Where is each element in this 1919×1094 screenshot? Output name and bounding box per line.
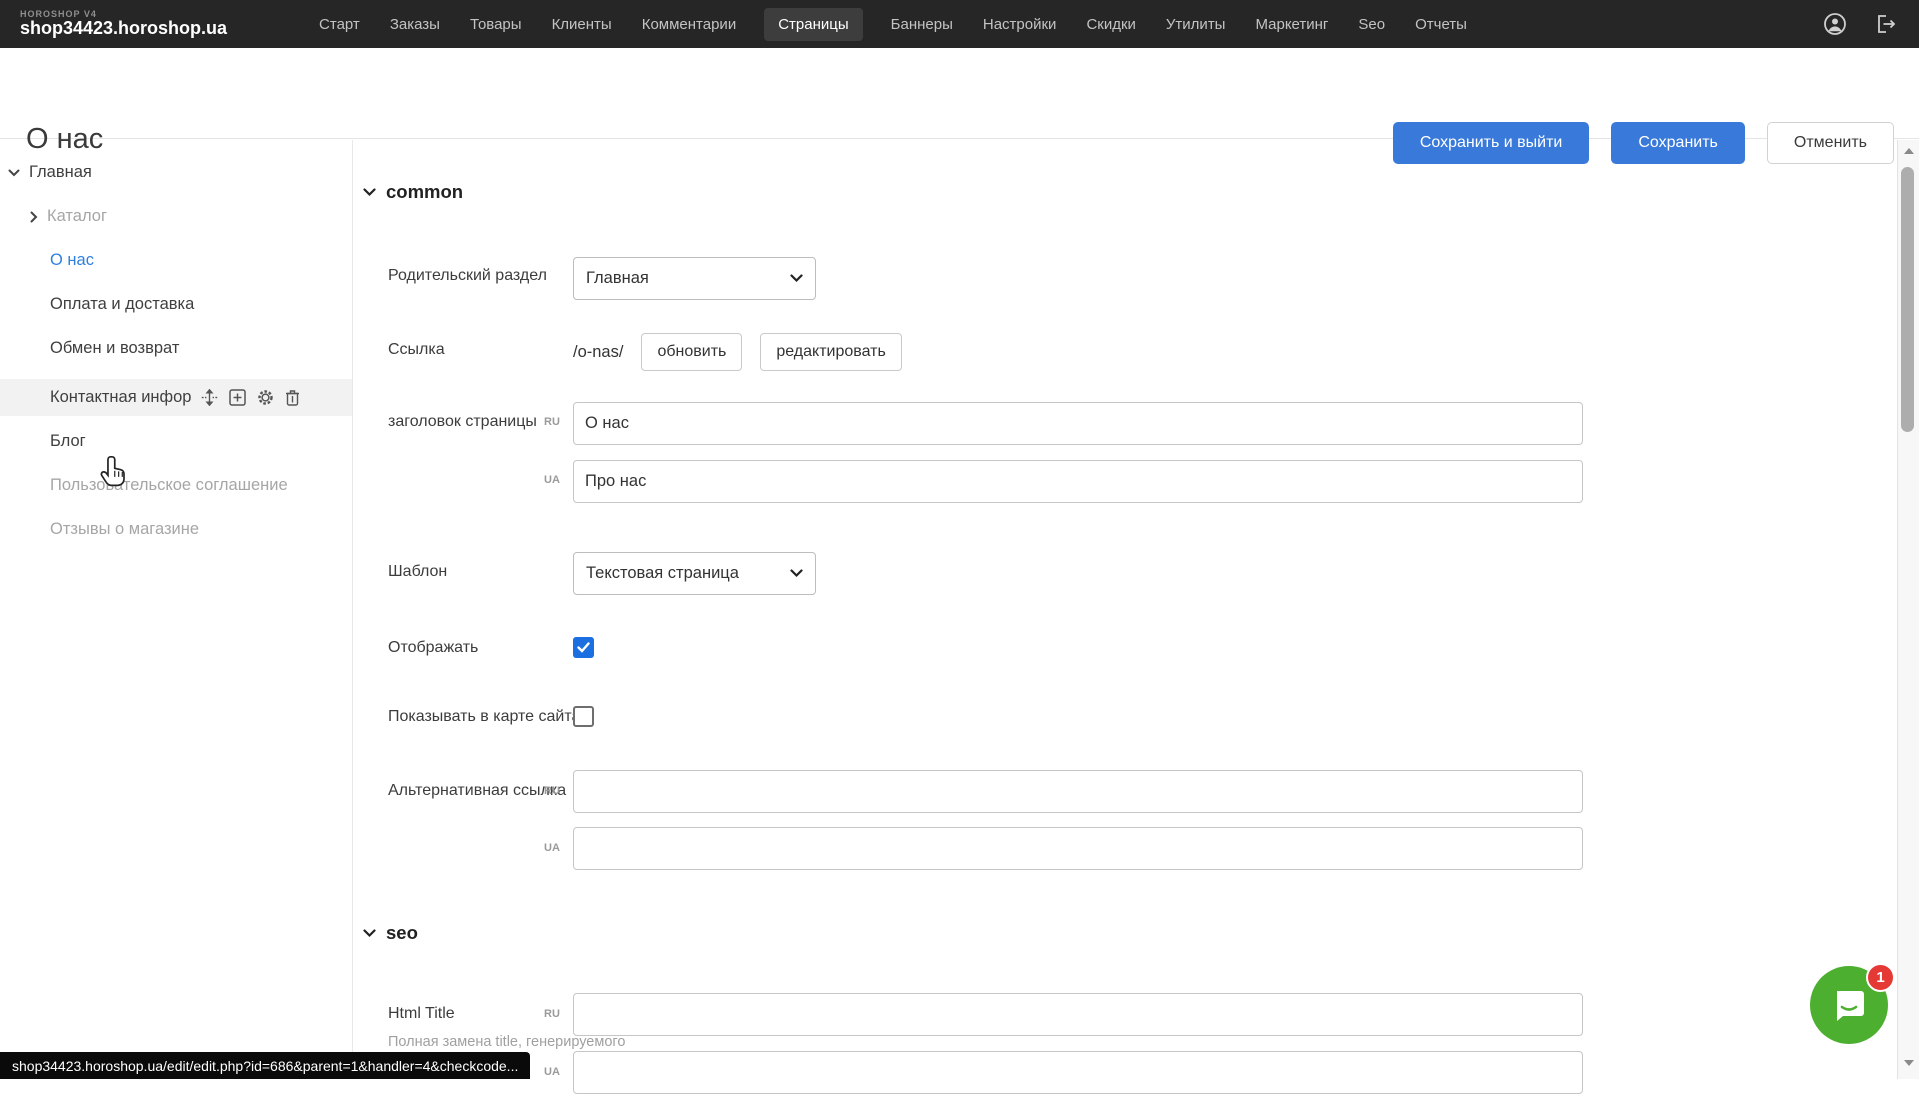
display-checkbox[interactable]: [573, 637, 594, 658]
trash-icon[interactable]: [285, 389, 300, 406]
alt-link-ru-input[interactable]: [573, 770, 1583, 813]
sidebar-item-polzovatelskoe-soglashenie[interactable]: Пользовательское соглашение: [0, 467, 352, 504]
cancel-button[interactable]: Отменить: [1767, 122, 1894, 164]
chevron-down-icon: [790, 569, 803, 578]
page-tree-sidebar: Главная Каталог О нас Оплата и доставка …: [0, 140, 352, 1079]
sidebar-item-label: Обмен и возврат: [50, 339, 179, 358]
sidebar-item-glavnaya[interactable]: Главная: [0, 154, 352, 191]
scroll-up-arrow-icon[interactable]: [1904, 148, 1914, 154]
lang-ua-badge: UA: [544, 474, 570, 486]
nav-banners[interactable]: Баннеры: [889, 8, 955, 41]
sidebar-item-otzyvy-o-magazine[interactable]: Отзывы о магазине: [0, 511, 352, 548]
brand-logo[interactable]: HOROSHOP V4 shop34423.horoshop.ua: [20, 10, 227, 38]
section-common: common: [363, 181, 463, 203]
check-icon: [577, 642, 590, 653]
nav-pages[interactable]: Страницы: [764, 8, 862, 41]
nav-discounts[interactable]: Скидки: [1084, 8, 1137, 41]
lang-ru-badge: RU: [544, 416, 570, 428]
template-value: Текстовая страница: [586, 564, 739, 583]
html-title-label: Html Title: [388, 1005, 455, 1023]
add-icon[interactable]: [229, 389, 246, 406]
chat-unread-badge: 1: [1866, 963, 1895, 992]
chat-bubble-icon: [1829, 985, 1869, 1025]
lang-ua-badge: UA: [544, 842, 570, 854]
sidebar-item-blog[interactable]: Блог: [0, 423, 352, 460]
page-title-label: заголовок страницы: [388, 413, 537, 431]
collapse-seo-icon[interactable]: [363, 929, 376, 938]
section-seo: seo: [363, 922, 418, 944]
brand-domain: shop34423.horoshop.ua: [20, 19, 227, 38]
save-and-exit-button[interactable]: Сохранить и выйти: [1393, 122, 1590, 164]
nav-reports[interactable]: Отчеты: [1413, 8, 1469, 41]
lang-ru-badge: RU: [544, 785, 570, 797]
lang-ua-badge: UA: [544, 1066, 570, 1078]
html-title-ua-input[interactable]: [573, 1051, 1583, 1094]
topbar: HOROSHOP V4 shop34423.horoshop.ua Старт …: [0, 0, 1919, 48]
sidebar-item-label: Каталог: [47, 207, 107, 226]
nav-settings[interactable]: Настройки: [981, 8, 1059, 41]
link-label: Ссылка: [388, 341, 445, 359]
link-edit-button[interactable]: редактировать: [760, 333, 901, 371]
link-path: /o-nas/: [573, 343, 623, 362]
collapse-common-icon[interactable]: [363, 188, 376, 197]
move-icon[interactable]: [201, 389, 218, 406]
link-status-tooltip: shop34423.horoshop.ua/edit/edit.php?id=6…: [0, 1052, 530, 1079]
scroll-down-arrow-icon[interactable]: [1904, 1060, 1914, 1066]
html-title-ru-input[interactable]: [573, 993, 1583, 1036]
parent-section-label: Родительский раздел: [388, 267, 547, 285]
display-label: Отображать: [388, 639, 478, 657]
logout-icon[interactable]: [1873, 12, 1897, 36]
link-refresh-button[interactable]: обновить: [641, 333, 742, 371]
sitemap-checkbox[interactable]: [573, 706, 594, 727]
section-seo-title: seo: [386, 922, 418, 944]
page-title-ua-input[interactable]: [573, 460, 1583, 503]
gear-icon[interactable]: [257, 389, 274, 406]
page-title: О нас: [26, 123, 103, 156]
parent-section-select[interactable]: Главная: [573, 257, 816, 300]
save-button[interactable]: Сохранить: [1611, 122, 1745, 164]
sidebar-item-obmen-i-vozvrat[interactable]: Обмен и возврат: [0, 330, 352, 367]
sidebar-item-katalog[interactable]: Каталог: [0, 198, 352, 235]
nav-seo[interactable]: Seo: [1356, 8, 1387, 41]
sidebar-item-o-nas[interactable]: О нас: [0, 242, 352, 279]
chevron-right-icon[interactable]: [30, 211, 38, 223]
alt-link-label: Альтернативная ссылка: [388, 782, 566, 800]
chevron-down-icon: [790, 274, 803, 283]
sidebar-item-kontaktnaya-informaciya[interactable]: Контактная инфор: [0, 379, 352, 416]
sidebar-item-label: О нас: [50, 251, 94, 270]
nav-start[interactable]: Старт: [317, 8, 362, 41]
page-edit-form: common Родительский раздел Главная Ссылк…: [353, 140, 1897, 1079]
template-label: Шаблон: [388, 563, 447, 581]
sidebar-item-label: Контактная инфор: [50, 388, 191, 407]
html-title-hint: Полная замена title, генерируемого: [388, 1034, 625, 1050]
sidebar-item-label: Главная: [29, 163, 92, 182]
nav-utilities[interactable]: Утилиты: [1164, 8, 1228, 41]
sitemap-label: Показывать в карте сайта: [388, 708, 580, 726]
page-header: О нас Сохранить и выйти Сохранить Отмени…: [0, 48, 1919, 139]
account-icon[interactable]: [1823, 12, 1847, 36]
tree-item-actions: [201, 389, 300, 406]
sidebar-item-label: Пользовательское соглашение: [50, 476, 288, 495]
template-select[interactable]: Текстовая страница: [573, 552, 816, 595]
section-common-title: common: [386, 181, 463, 203]
alt-link-ua-input[interactable]: [573, 827, 1583, 870]
main-nav: Старт Заказы Товары Клиенты Комментарии …: [317, 8, 1469, 41]
nav-clients[interactable]: Клиенты: [550, 8, 614, 41]
sidebar-item-label: Отзывы о магазине: [50, 520, 199, 539]
scrollbar-thumb[interactable]: [1901, 167, 1914, 432]
sidebar-item-label: Оплата и доставка: [50, 295, 194, 314]
parent-section-value: Главная: [586, 269, 649, 288]
page-title-ru-input[interactable]: [573, 402, 1583, 445]
sidebar-item-label: Блог: [50, 432, 86, 451]
lang-ru-badge: RU: [544, 1008, 570, 1020]
nav-products[interactable]: Товары: [468, 8, 524, 41]
nav-marketing[interactable]: Маркетинг: [1253, 8, 1330, 41]
nav-comments[interactable]: Комментарии: [640, 8, 738, 41]
chevron-down-icon[interactable]: [8, 169, 20, 177]
sidebar-item-oplata-i-dostavka[interactable]: Оплата и доставка: [0, 286, 352, 323]
nav-orders[interactable]: Заказы: [388, 8, 442, 41]
